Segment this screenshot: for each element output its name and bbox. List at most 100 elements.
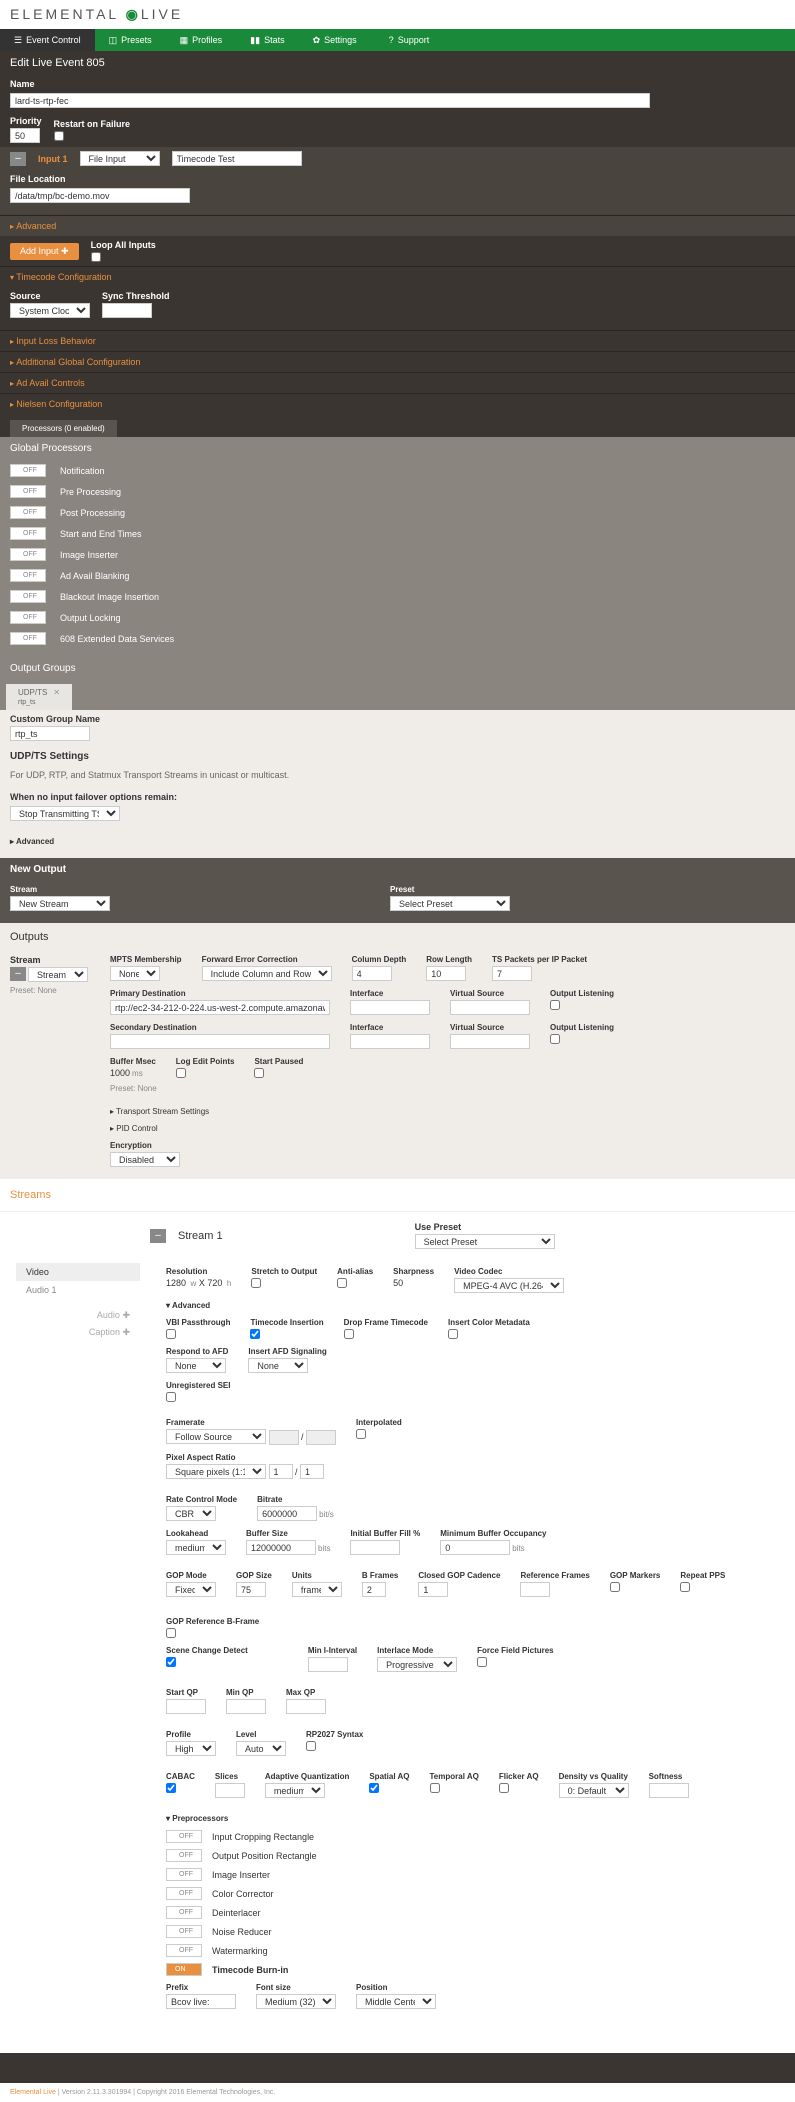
grbf-checkbox[interactable] — [166, 1628, 176, 1638]
sp-checkbox[interactable] — [254, 1068, 264, 1078]
pp-imgins-toggle[interactable]: OFF — [166, 1868, 202, 1881]
polisten-checkbox[interactable] — [550, 1000, 560, 1010]
bitrate-input[interactable] — [257, 1506, 317, 1521]
rcm-select[interactable]: CBR — [166, 1506, 216, 1521]
priority-input[interactable] — [10, 128, 40, 143]
nielsen-toggle[interactable]: Nielsen Configuration — [0, 393, 795, 414]
tci-checkbox[interactable] — [250, 1329, 260, 1339]
gp-adavail-toggle[interactable]: OFF — [10, 569, 46, 582]
output-group-tab[interactable]: UDP/TS✕rtp_ts — [6, 684, 72, 710]
nav-support[interactable]: ? Support — [375, 29, 444, 51]
gp-outputlocking-toggle[interactable]: OFF — [10, 611, 46, 624]
mpts-select[interactable]: None — [110, 966, 160, 981]
pos-select[interactable]: Middle Center — [356, 1994, 436, 2009]
nav-settings[interactable]: ✿ Settings — [299, 29, 371, 51]
input-advanced-toggle[interactable]: Advanced — [0, 215, 795, 236]
tss-toggle[interactable]: Transport Stream Settings — [110, 1107, 209, 1116]
gp-startend-toggle[interactable]: OFF — [10, 527, 46, 540]
gp-blackout-toggle[interactable]: OFF — [10, 590, 46, 603]
use-preset-select[interactable]: Select Preset — [415, 1234, 555, 1249]
remove-stream-button[interactable]: – — [150, 1229, 166, 1243]
newout-stream-select[interactable]: New Stream — [10, 896, 110, 911]
dft-checkbox[interactable] — [344, 1329, 354, 1339]
add-audio-button[interactable]: Audio ✚ — [16, 1307, 140, 1324]
tc-sync-input[interactable] — [102, 303, 152, 318]
restart-checkbox[interactable] — [54, 131, 64, 141]
nav-event-control[interactable]: ☰ Event Control — [0, 29, 95, 51]
rpps-checkbox[interactable] — [680, 1582, 690, 1592]
loop-all-checkbox[interactable] — [91, 252, 101, 262]
iafd-select[interactable]: None — [248, 1358, 308, 1373]
par-select[interactable]: Square pixels (1:1) — [166, 1464, 266, 1479]
tc-source-select[interactable]: System Clock — [10, 303, 90, 318]
dvq-select[interactable]: 0: Default — [559, 1783, 629, 1798]
units-select[interactable]: frames — [292, 1582, 342, 1597]
pp-deint-toggle[interactable]: OFF — [166, 1906, 202, 1919]
gp-608-toggle[interactable]: OFF — [10, 632, 46, 645]
input-timecode-input[interactable] — [172, 151, 302, 166]
preproc-toggle[interactable]: Preprocessors — [166, 1810, 779, 1827]
nav-stats[interactable]: ▮▮ Stats — [236, 29, 298, 51]
ad-avail-toggle[interactable]: Ad Avail Controls — [0, 372, 795, 393]
gp-imageinserter-toggle[interactable]: OFF — [10, 548, 46, 561]
file-location-input[interactable] — [10, 188, 190, 203]
usei-checkbox[interactable] — [166, 1392, 176, 1402]
add-input-button[interactable]: Add Input ✚ — [10, 243, 79, 260]
ffp-checkbox[interactable] — [477, 1657, 487, 1667]
aq-select[interactable]: medium — [265, 1783, 325, 1798]
add-caption-button[interactable]: Caption ✚ — [16, 1324, 140, 1341]
pp-colorcorr-toggle[interactable]: OFF — [166, 1887, 202, 1900]
gops-input[interactable] — [236, 1582, 266, 1597]
bf-input[interactable] — [362, 1582, 386, 1597]
nav-presets[interactable]: ◫ Presets — [95, 29, 166, 51]
out-stream-select[interactable]: Stream 1 — [28, 967, 88, 982]
soft-input[interactable] — [649, 1783, 689, 1798]
reff-input[interactable] — [520, 1582, 550, 1597]
pvsrc-input[interactable] — [450, 1000, 530, 1015]
remove-output-button[interactable]: – — [10, 967, 26, 981]
pid-toggle[interactable]: PID Control — [110, 1124, 158, 1133]
vbi-checkbox[interactable] — [166, 1329, 176, 1339]
remove-input-button[interactable]: – — [10, 152, 26, 166]
scd-checkbox[interactable] — [166, 1657, 176, 1667]
additional-global-toggle[interactable]: Additional Global Configuration — [0, 351, 795, 372]
tab-audio1[interactable]: Audio 1 — [16, 1281, 140, 1299]
pp-watermark-toggle[interactable]: OFF — [166, 1944, 202, 1957]
rowlen-input[interactable] — [426, 966, 466, 981]
footer-link[interactable]: Elemental Live — [10, 2089, 56, 2096]
tspkt-input[interactable] — [492, 966, 532, 981]
spaq-checkbox[interactable] — [369, 1783, 379, 1793]
sdest-input[interactable] — [110, 1034, 330, 1049]
prefix-input[interactable] — [166, 1994, 236, 2009]
flaq-checkbox[interactable] — [499, 1783, 509, 1793]
fontsize-select[interactable]: Medium (32) — [256, 1994, 336, 2009]
level-select[interactable]: Auto — [236, 1741, 286, 1756]
rps-checkbox[interactable] — [306, 1741, 316, 1751]
slices-input[interactable] — [215, 1783, 245, 1798]
newout-preset-select[interactable]: Select Preset — [390, 896, 510, 911]
lep-checkbox[interactable] — [176, 1068, 186, 1078]
par-num-input[interactable] — [269, 1464, 293, 1479]
piface-input[interactable] — [350, 1000, 430, 1015]
pp-noise-toggle[interactable]: OFF — [166, 1925, 202, 1938]
xqp-input[interactable] — [286, 1699, 326, 1714]
fec-select[interactable]: Include Column and Row FEC — [202, 966, 332, 981]
input-type-select[interactable]: File Input — [80, 151, 160, 166]
gp-postprocessing-toggle[interactable]: OFF — [10, 506, 46, 519]
par-den-input[interactable] — [300, 1464, 324, 1479]
processors-tab[interactable]: Processors (0 enabled) — [10, 420, 117, 437]
siface-input[interactable] — [350, 1034, 430, 1049]
failover-select[interactable]: Stop Transmitting TS — [10, 806, 120, 821]
mqp-input[interactable] — [226, 1699, 266, 1714]
pp-tcburn-toggle[interactable]: ON — [166, 1963, 202, 1976]
rafd-select[interactable]: None — [166, 1358, 226, 1373]
profile-select[interactable]: High — [166, 1741, 216, 1756]
solisten-checkbox[interactable] — [550, 1034, 560, 1044]
coldepth-input[interactable] — [352, 966, 392, 981]
name-input[interactable] — [10, 93, 650, 108]
mbo-input[interactable] — [440, 1540, 510, 1555]
gp-preprocessing-toggle[interactable]: OFF — [10, 485, 46, 498]
sqp-input[interactable] — [166, 1699, 206, 1714]
custom-group-name-input[interactable] — [10, 726, 90, 741]
timecode-config-toggle[interactable]: Timecode Configuration — [0, 266, 795, 287]
